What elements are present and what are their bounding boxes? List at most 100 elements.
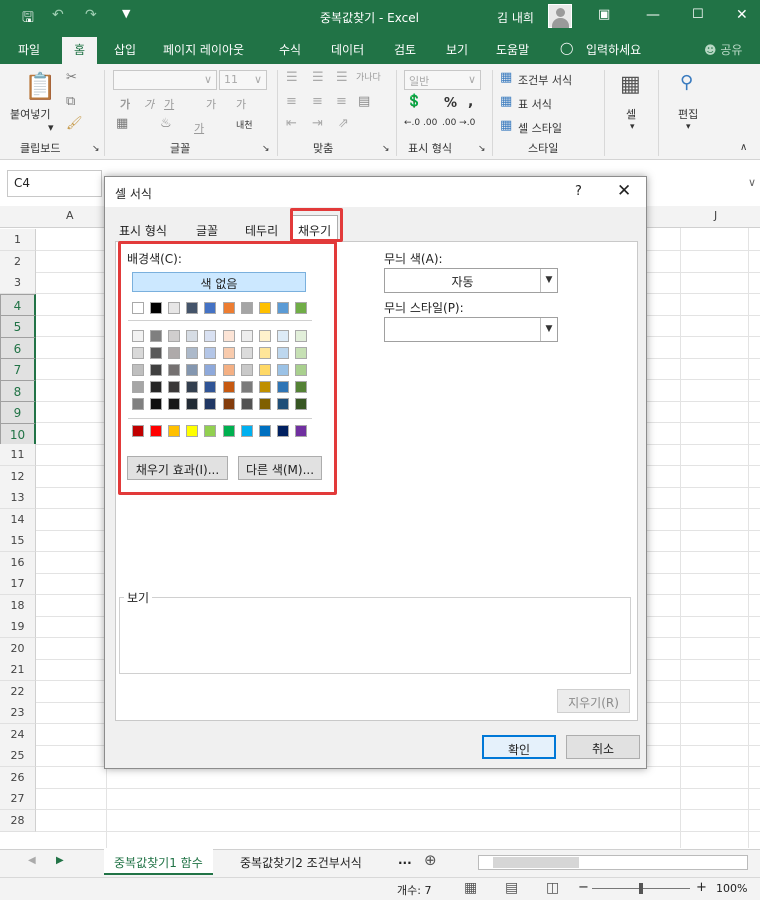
tab-help[interactable]: 도움말 xyxy=(496,41,529,58)
bold-button[interactable]: 가 xyxy=(120,96,130,112)
prev-sheet-icon[interactable]: ◀ xyxy=(28,855,36,866)
row-header[interactable]: 14 xyxy=(0,508,36,531)
phonetic-button[interactable]: 내천 xyxy=(236,118,253,131)
align-center-icon[interactable]: ≡ xyxy=(312,94,323,109)
comma-style-button[interactable]: , xyxy=(468,94,473,110)
row-header[interactable]: 3 xyxy=(0,272,36,294)
row-header[interactable]: 16 xyxy=(0,551,36,574)
italic-button[interactable]: 가 xyxy=(144,96,154,112)
clear-button[interactable]: 지우기(R) xyxy=(557,689,630,713)
tab-review[interactable]: 검토 xyxy=(394,41,416,58)
tab-formulas[interactable]: 수식 xyxy=(279,41,301,58)
horizontal-scrollbar[interactable] xyxy=(478,855,748,870)
paste-dropdown-icon[interactable]: ▾ xyxy=(48,121,54,134)
conditional-format-button[interactable]: 조건부 서식 xyxy=(518,72,572,88)
clipboard-launcher-icon[interactable]: ↘ xyxy=(92,144,100,154)
borders-icon[interactable]: ▦ xyxy=(116,116,128,131)
bottom-align-icon[interactable]: ☰ xyxy=(336,70,348,85)
paste-button[interactable]: 붙여넣기 xyxy=(10,106,50,122)
accounting-format-icon[interactable]: 💲 xyxy=(406,94,422,109)
tab-view[interactable]: 보기 xyxy=(446,41,468,58)
font-name-dropdown[interactable]: ∨ xyxy=(113,70,217,90)
more-sheets-button[interactable]: ... xyxy=(398,853,412,867)
tab-file[interactable]: 파일 xyxy=(18,41,40,58)
orientation-icon[interactable]: ⇗ xyxy=(338,116,349,131)
share-button[interactable]: ☻ 공유 xyxy=(704,41,742,58)
tab-border[interactable]: 테두리 xyxy=(239,219,285,241)
add-sheet-icon[interactable]: ⊕ xyxy=(424,851,437,869)
pattern-style-dropdown[interactable]: ▼ xyxy=(384,317,558,342)
tab-number[interactable]: 표시 형식 xyxy=(113,219,173,241)
sheet-tab-1[interactable]: 중복값찾기1 함수 xyxy=(104,849,213,875)
grow-font-button[interactable]: 가 xyxy=(206,96,216,112)
row-header[interactable]: 22 xyxy=(0,680,36,703)
format-as-table-button[interactable]: 표 서식 xyxy=(518,96,552,112)
row-header[interactable]: 23 xyxy=(0,702,36,724)
decrease-indent-icon[interactable]: ⇤ xyxy=(286,116,297,131)
wrap-text-button[interactable]: 가나다 xyxy=(356,70,381,83)
zoom-slider-thumb[interactable] xyxy=(639,883,643,894)
font-launcher-icon[interactable]: ↘ xyxy=(262,144,270,154)
paste-icon[interactable]: 📋 xyxy=(24,72,56,102)
row-header[interactable]: 11 xyxy=(0,444,36,466)
ribbon-display-icon[interactable]: ▣ xyxy=(598,7,610,22)
tab-home[interactable]: 홈 xyxy=(62,37,98,64)
cells-button[interactable]: 셀 xyxy=(626,106,636,122)
page-break-view-icon[interactable]: ◫ xyxy=(546,880,559,896)
undo-icon[interactable]: ↶ xyxy=(52,7,64,23)
alignment-launcher-icon[interactable]: ↘ xyxy=(382,144,390,154)
row-header[interactable]: 15 xyxy=(0,530,36,552)
merge-center-icon[interactable]: ▤ xyxy=(358,94,370,109)
cut-icon[interactable]: ✂ xyxy=(66,70,77,85)
number-format-dropdown[interactable]: 일반 ∨ xyxy=(404,70,481,90)
zoom-level[interactable]: 100% xyxy=(716,882,747,895)
tab-page-layout[interactable]: 페이지 레이아웃 xyxy=(163,41,244,58)
help-icon[interactable]: ? xyxy=(575,184,582,199)
font-color-button[interactable]: 가 xyxy=(194,120,204,136)
cancel-button[interactable]: 취소 xyxy=(566,735,640,759)
column-header-j[interactable]: J xyxy=(714,209,717,222)
customize-quick-access-icon[interactable]: ▼ xyxy=(122,7,130,20)
close-window-icon[interactable]: ✕ xyxy=(736,7,748,23)
percent-style-button[interactable]: % xyxy=(444,96,457,111)
fill-color-icon[interactable]: ♨ xyxy=(160,116,172,131)
copy-icon[interactable]: ⧉ xyxy=(66,94,75,109)
scrollbar-thumb[interactable] xyxy=(493,857,579,868)
decrease-decimal-button[interactable]: .00 →.0 xyxy=(442,118,475,128)
align-right-icon[interactable]: ≡ xyxy=(336,94,347,109)
row-header[interactable]: 25 xyxy=(0,745,36,767)
middle-align-icon[interactable]: ☰ xyxy=(312,70,324,85)
row-header[interactable]: 21 xyxy=(0,659,36,681)
sheet-tab-2[interactable]: 중복값찾기2 조건부서식 xyxy=(230,849,372,875)
expand-formula-bar-icon[interactable]: ∨ xyxy=(748,176,756,189)
save-icon[interactable]: 🖫 xyxy=(22,7,34,31)
pattern-color-dropdown[interactable]: 자동 ▼ xyxy=(384,268,558,293)
font-size-dropdown[interactable]: 11 ∨ xyxy=(219,70,267,90)
number-launcher-icon[interactable]: ↘ xyxy=(478,144,486,154)
row-header[interactable]: 27 xyxy=(0,788,36,810)
chevron-down-icon[interactable]: ▾ xyxy=(686,122,691,132)
avatar[interactable] xyxy=(548,4,572,28)
row-header[interactable]: 19 xyxy=(0,616,36,638)
row-header[interactable]: 24 xyxy=(0,723,36,746)
collapse-ribbon-icon[interactable]: ∧ xyxy=(740,142,747,153)
increase-indent-icon[interactable]: ⇥ xyxy=(312,116,323,131)
row-header[interactable]: 28 xyxy=(0,809,36,832)
ok-button[interactable]: 확인 xyxy=(482,735,556,759)
row-header[interactable]: 1 xyxy=(0,229,36,251)
tab-insert[interactable]: 삽입 xyxy=(114,41,136,58)
next-sheet-icon[interactable]: ▶ xyxy=(56,855,64,866)
row-header[interactable]: 17 xyxy=(0,573,36,595)
minimize-icon[interactable]: — xyxy=(646,7,660,23)
close-icon[interactable]: ✕ xyxy=(617,181,631,201)
format-painter-icon[interactable]: 🖌 xyxy=(66,116,83,131)
zoom-out-icon[interactable]: − xyxy=(578,880,589,895)
maximize-icon[interactable]: ☐ xyxy=(692,7,704,22)
underline-button[interactable]: 가 xyxy=(164,96,174,112)
row-header[interactable]: 26 xyxy=(0,766,36,789)
shrink-font-button[interactable]: 가 xyxy=(236,96,246,112)
name-box[interactable]: C4 xyxy=(7,170,102,197)
increase-decimal-button[interactable]: ←.0 .00 xyxy=(404,118,437,128)
tab-data[interactable]: 데이터 xyxy=(331,41,364,58)
cell-styles-button[interactable]: 셀 스타일 xyxy=(518,120,562,136)
